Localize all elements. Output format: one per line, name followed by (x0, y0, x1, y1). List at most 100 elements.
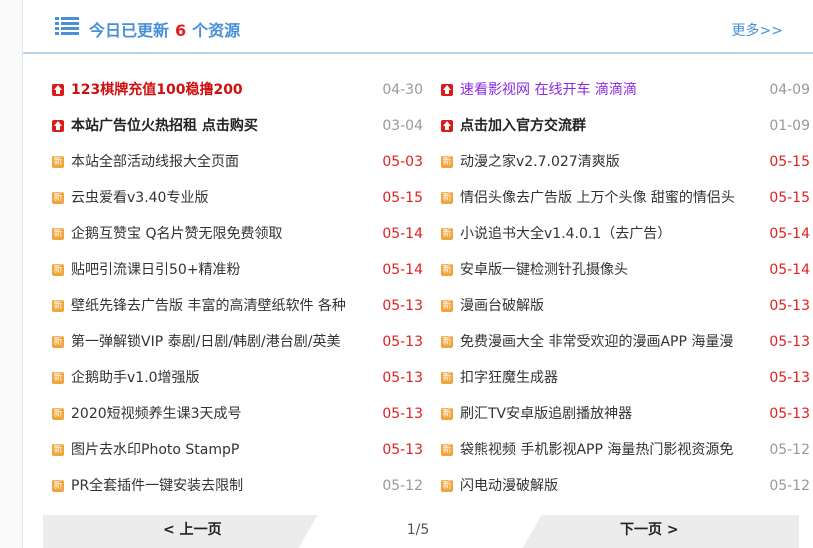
new-badge-icon: 新 (52, 480, 64, 492)
new-badge-icon: 新 (52, 228, 64, 240)
item-title-link[interactable]: 云虫爱看v3.40专业版 (71, 180, 367, 216)
item-title-link[interactable]: 点击加入官方交流群 (460, 108, 758, 144)
new-badge-icon: 新 (441, 228, 453, 240)
new-badge-icon: 新 (441, 408, 453, 420)
item-title-link[interactable]: 扣字狂魔生成器 (460, 360, 758, 396)
list-item[interactable]: 新壁纸先锋去广告版 丰富的高清壁纸软件 各种 05-13 (51, 288, 423, 324)
new-badge-icon: 新 (52, 192, 64, 204)
pin-top-icon (441, 84, 453, 96)
list-item[interactable]: 新情侣头像去广告版 上万个头像 甜蜜的情侣头 05-15 (440, 180, 810, 216)
list-item[interactable]: 新企鹅助手v1.0增强版 05-13 (51, 360, 423, 396)
item-date: 05-12 (769, 442, 810, 458)
title-prefix: 今日已更新 (89, 21, 170, 40)
next-page-button[interactable]: 下一页 > (620, 515, 679, 545)
list-item[interactable]: 新 PR全套插件一键安装去限制 05-12 (51, 468, 423, 504)
new-badge-icon: 新 (52, 156, 64, 168)
new-badge-icon: 新 (441, 372, 453, 384)
item-title-link[interactable]: 闪电动漫破解版 (460, 468, 758, 504)
pin-top-icon (52, 120, 64, 132)
item-date: 03-04 (382, 118, 423, 134)
list-item[interactable]: 新袋熊视频 手机影视APP 海量热门影视资源免 05-12 (440, 432, 810, 468)
item-date: 05-12 (769, 478, 810, 494)
item-title-link[interactable]: 贴吧引流课日引50+精准粉 (71, 252, 367, 288)
item-title-link[interactable]: 企鹅助手v1.0增强版 (71, 360, 367, 396)
list-item[interactable]: 新贴吧引流课日引50+精准粉 05-14 (51, 252, 423, 288)
resource-list-right: 速看影视网 在线开车 滴滴滴 04-09 点击加入官方交流群 01-09 新动漫之家v2… (440, 72, 810, 504)
item-title-link[interactable]: 安卓版一键检测针孔摄像头 (460, 252, 758, 288)
item-title-link[interactable]: 刷汇TV安卓版追剧播放神器 (460, 396, 758, 432)
pin-top-icon (441, 120, 453, 132)
item-date: 05-13 (769, 406, 810, 422)
item-title-link[interactable]: 壁纸先锋去广告版 丰富的高清壁纸软件 各种 (71, 288, 367, 324)
new-badge-icon: 新 (52, 300, 64, 312)
item-title-link[interactable]: 小说追书大全v1.4.0.1（去广告） (460, 216, 758, 252)
list-icon (55, 17, 79, 35)
item-date: 05-14 (769, 262, 810, 278)
list-item[interactable]: 新闪电动漫破解版 05-12 (440, 468, 810, 504)
update-title: 今日已更新 6 个资源 (89, 20, 240, 42)
item-title-link[interactable]: 动漫之家v2.7.027清爽版 (460, 144, 758, 180)
item-title-link[interactable]: 本站广告位火热招租 点击购买 (71, 108, 367, 144)
item-title-link[interactable]: 图片去水印Photo StampP (71, 432, 367, 468)
item-title-link[interactable]: 免费漫画大全 非常受欢迎的漫画APP 海量漫 (460, 324, 758, 360)
item-date: 05-13 (382, 370, 423, 386)
resource-panel: 今日已更新 6 个资源 更多>> 123棋牌充值100稳撸200 04-30 本站广告位… (22, 0, 813, 548)
item-title-link[interactable]: 速看影视网 在线开车 滴滴滴 (460, 72, 758, 108)
resource-list-left: 123棋牌充值100稳撸200 04-30 本站广告位火热招租 点击购买 03-04 新… (51, 72, 423, 504)
item-title-link[interactable]: 情侣头像去广告版 上万个头像 甜蜜的情侣头 (460, 180, 758, 216)
new-badge-icon: 新 (52, 372, 64, 384)
new-badge-icon: 新 (52, 444, 64, 456)
item-date: 05-15 (769, 154, 810, 170)
list-item[interactable]: 速看影视网 在线开车 滴滴滴 04-09 (440, 72, 810, 108)
pagination: < 上一页 1/5 下一页 > (43, 515, 799, 548)
item-title-link[interactable]: 企鹅互赞宝 Q名片赞无限免费领取 (71, 216, 367, 252)
item-title-link[interactable]: 漫画台破解版 (460, 288, 758, 324)
new-badge-icon: 新 (441, 336, 453, 348)
list-item[interactable]: 新云虫爱看v3.40专业版 05-15 (51, 180, 423, 216)
item-title-link[interactable]: 123棋牌充值100稳撸200 (71, 72, 367, 108)
item-title-link[interactable]: 第一弹解锁VIP 泰剧/日剧/韩剧/港台剧/英美 (71, 324, 367, 360)
item-title-link[interactable]: 袋熊视频 手机影视APP 海量热门影视资源免 (460, 432, 758, 468)
prev-page-button[interactable]: < 上一页 (163, 515, 222, 545)
item-date: 05-13 (769, 334, 810, 350)
list-item[interactable]: 123棋牌充值100稳撸200 04-30 (51, 72, 423, 108)
list-item[interactable]: 新漫画台破解版 05-13 (440, 288, 810, 324)
item-date: 05-15 (769, 190, 810, 206)
item-title-link[interactable]: 本站全部活动线报大全页面 (71, 144, 367, 180)
list-item[interactable]: 点击加入官方交流群 01-09 (440, 108, 810, 144)
item-date: 05-03 (382, 154, 423, 170)
list-item[interactable]: 新动漫之家v2.7.027清爽版 05-15 (440, 144, 810, 180)
item-date: 05-13 (769, 370, 810, 386)
new-badge-icon: 新 (441, 264, 453, 276)
item-date: 05-14 (769, 226, 810, 242)
item-date: 04-09 (769, 82, 810, 98)
panel-header: 今日已更新 6 个资源 更多>> (23, 0, 813, 54)
pin-top-icon (52, 84, 64, 96)
new-badge-icon: 新 (441, 444, 453, 456)
item-date: 05-12 (382, 478, 423, 494)
item-date: 05-13 (769, 298, 810, 314)
list-item[interactable]: 新图片去水印Photo StampP 05-13 (51, 432, 423, 468)
item-date: 05-14 (382, 262, 423, 278)
item-title-link[interactable]: PR全套插件一键安装去限制 (71, 468, 367, 504)
list-item[interactable]: 本站广告位火热招租 点击购买 03-04 (51, 108, 423, 144)
more-link[interactable]: 更多>> (732, 21, 783, 41)
item-date: 05-13 (382, 406, 423, 422)
new-badge-icon: 新 (52, 408, 64, 420)
item-date: 05-14 (382, 226, 423, 242)
item-date: 05-13 (382, 298, 423, 314)
list-item[interactable]: 新刷汇TV安卓版追剧播放神器 05-13 (440, 396, 810, 432)
new-badge-icon: 新 (441, 156, 453, 168)
list-item[interactable]: 新 2020短视频养生课3天成号 05-13 (51, 396, 423, 432)
list-item[interactable]: 新第一弹解锁VIP 泰剧/日剧/韩剧/港台剧/英美 05-13 (51, 324, 423, 360)
item-title-link[interactable]: 2020短视频养生课3天成号 (71, 396, 367, 432)
new-badge-icon: 新 (52, 336, 64, 348)
list-item[interactable]: 新免费漫画大全 非常受欢迎的漫画APP 海量漫 05-13 (440, 324, 810, 360)
list-item[interactable]: 新企鹅互赞宝 Q名片赞无限免费领取 05-14 (51, 216, 423, 252)
list-item[interactable]: 新扣字狂魔生成器 05-13 (440, 360, 810, 396)
list-item[interactable]: 新本站全部活动线报大全页面 05-03 (51, 144, 423, 180)
list-item[interactable]: 新小说追书大全v1.4.0.1（去广告） 05-14 (440, 216, 810, 252)
list-item[interactable]: 新安卓版一键检测针孔摄像头 05-14 (440, 252, 810, 288)
item-date: 04-30 (382, 82, 423, 98)
update-count: 6 (175, 21, 187, 40)
